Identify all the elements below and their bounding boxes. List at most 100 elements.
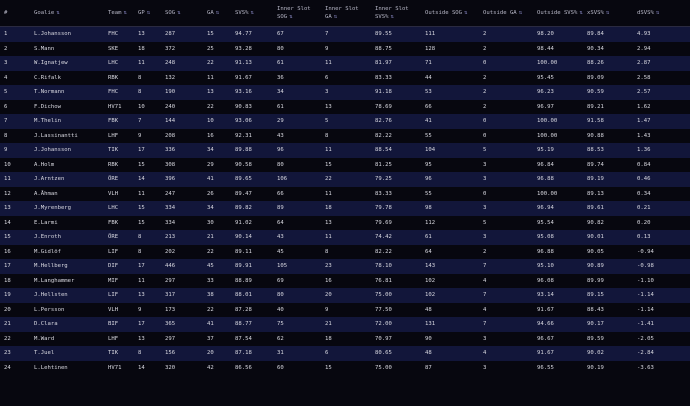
table-row[interactable]: 23 T.Juel TIK 8 156 20 87.18 31 6 80.65 48 4 91.67 90…: [0, 346, 690, 361]
table-cell: 4: [479, 273, 533, 288]
table-cell: 105: [273, 259, 321, 274]
table-row[interactable]: 15 J.Enroth ÖRE 8 213 21 90.14 43 11 74.42 61 3 95.0…: [0, 230, 690, 245]
column-header-10[interactable]: Outside SOG ⇅: [421, 0, 479, 27]
table-cell: LHC: [104, 56, 134, 71]
sort-icon[interactable]: ⇅: [606, 10, 609, 16]
column-header-2[interactable]: Team ⇅: [104, 0, 134, 27]
column-header-0[interactable]: #: [0, 0, 30, 27]
table-cell: 89.65: [231, 172, 273, 187]
table-cell: 75: [273, 317, 321, 332]
table-cell: 26: [203, 186, 231, 201]
table-cell: 66: [421, 99, 479, 114]
sort-icon[interactable]: ⇅: [289, 14, 292, 20]
table-cell: 7: [0, 114, 30, 129]
table-cell: 87.28: [231, 302, 273, 317]
table-row[interactable]: 1 L.Johansson FHC 13 287 15 94.77 67 7 89.55 111 2 9…: [0, 26, 690, 42]
column-header-8[interactable]: Inner Slot GA ⇅: [321, 0, 371, 27]
table-row[interactable]: 2 S.Mann SKE 18 372 25 93.28 80 9 88.75 128 2 98.44 9…: [0, 41, 690, 56]
table-cell: 89.21: [583, 99, 633, 114]
table-row[interactable]: 13 J.Myrenberg LHC 15 334 34 89.82 89 18 79.78 98 3…: [0, 201, 690, 216]
table-row[interactable]: 22 M.Ward LHF 13 297 37 87.54 62 18 70.97 90 3 96.67…: [0, 331, 690, 346]
column-header-7[interactable]: Inner Slot SOG ⇅: [273, 0, 321, 27]
table-cell: 83.33: [371, 186, 421, 201]
table-row[interactable]: 3 W.Ignatjew LHC 11 248 22 91.13 61 11 81.97 71 0 10…: [0, 56, 690, 71]
table-cell: -1.41: [633, 317, 690, 332]
table-cell: 202: [161, 244, 203, 259]
table-row[interactable]: 16 M.Gidlöf LIF 8 202 22 89.11 45 8 82.22 64 2 96.88…: [0, 244, 690, 259]
table-cell: 33: [203, 273, 231, 288]
column-header-14[interactable]: dSVS% ⇅: [633, 0, 690, 27]
table-row[interactable]: 17 M.Hellberg DIF 17 446 45 89.91 105 23 78.10 143…: [0, 259, 690, 274]
table-cell: 0.84: [633, 157, 690, 172]
table-row[interactable]: 10 A.Holm RBK 15 308 29 90.58 80 15 81.25 95 3 96.84…: [0, 157, 690, 172]
table-cell: 2.94: [633, 41, 690, 56]
column-header-3[interactable]: GP ⇅: [134, 0, 161, 27]
table-row[interactable]: 19 J.Hellsten LIF 13 317 38 88.01 80 20 75.00 102 7…: [0, 288, 690, 303]
table-cell: 82.76: [371, 114, 421, 129]
table-cell: FBK: [104, 215, 134, 230]
table-cell: 70.97: [371, 331, 421, 346]
sort-icon[interactable]: ⇅: [123, 10, 126, 16]
table-row[interactable]: 4 C.Rifalk RBK 8 132 11 91.67 36 6 83.33 44 2 95.45 8…: [0, 70, 690, 85]
table-cell: 91.58: [583, 114, 633, 129]
table-cell: L.Persson: [30, 302, 104, 317]
table-row[interactable]: 21 D.Clara BIF 17 365 41 88.77 75 21 72.00 131 7 94.…: [0, 317, 690, 332]
sort-icon[interactable]: ⇅: [519, 10, 522, 16]
table-cell: 156: [161, 346, 203, 361]
table-row[interactable]: 9 J.Johansson TIK 17 336 34 89.88 96 11 88.54 104 5…: [0, 143, 690, 158]
sort-icon[interactable]: ⇅: [390, 14, 393, 20]
sort-icon[interactable]: ⇅: [464, 10, 467, 16]
table-cell: A.Åhman: [30, 186, 104, 201]
table-row[interactable]: 20 L.Persson VLH 9 173 22 87.28 40 9 77.50 48 4 91.6…: [0, 302, 690, 317]
table-cell: 18: [321, 201, 371, 216]
table-cell: 89.55: [371, 26, 421, 42]
table-cell: 31: [273, 346, 321, 361]
column-header-13[interactable]: xSVS% ⇅: [583, 0, 633, 27]
table-cell: 102: [421, 273, 479, 288]
sort-icon[interactable]: ⇅: [579, 10, 582, 16]
table-cell: 2: [479, 85, 533, 100]
table-cell: 17: [134, 259, 161, 274]
column-header-4[interactable]: SOG ⇅: [161, 0, 203, 27]
table-row[interactable]: 8 J.Lassinantti LHF 9 208 16 92.31 43 8 82.22 55 0 1…: [0, 128, 690, 143]
sort-icon[interactable]: ⇅: [656, 10, 659, 16]
sort-icon[interactable]: ⇅: [250, 10, 253, 16]
table-cell: 9: [0, 143, 30, 158]
table-cell: 93.06: [231, 114, 273, 129]
table-cell: 0.46: [633, 172, 690, 187]
table-row[interactable]: 11 J.Arntzen ÖRE 14 396 41 89.65 106 22 79.25 96 3 9…: [0, 172, 690, 187]
sort-icon[interactable]: ⇅: [334, 14, 337, 20]
table-row[interactable]: 18 M.Langhammer MIF 11 297 33 88.89 69 16 76.81 10…: [0, 273, 690, 288]
table-cell: 89.11: [231, 244, 273, 259]
column-header-1[interactable]: Goalie ⇅: [30, 0, 104, 27]
table-row[interactable]: 24 L.Lehtinen HV71 14 320 42 86.56 60 15 75.00 87 3…: [0, 360, 690, 375]
table-cell: 9: [134, 128, 161, 143]
table-cell: FBK: [104, 114, 134, 129]
table-cell: 3: [479, 172, 533, 187]
sort-icon[interactable]: ⇅: [177, 10, 180, 16]
sort-icon[interactable]: ⇅: [56, 10, 59, 16]
table-row[interactable]: 12 A.Åhman VLH 11 247 26 89.47 66 11 83.33 55 0 100.…: [0, 186, 690, 201]
table-cell: -0.94: [633, 244, 690, 259]
table-cell: 8: [134, 85, 161, 100]
sort-icon[interactable]: ⇅: [147, 10, 150, 16]
table-cell: 95.45: [533, 70, 583, 85]
table-cell: 16: [321, 273, 371, 288]
table-cell: 87.18: [231, 346, 273, 361]
table-cell: 88.53: [583, 143, 633, 158]
table-cell: 3: [321, 85, 371, 100]
sort-icon[interactable]: ⇅: [216, 10, 219, 16]
table-cell: 74.42: [371, 230, 421, 245]
table-row[interactable]: 14 E.Larmi FBK 15 334 30 91.02 64 13 79.69 112 5 95.…: [0, 215, 690, 230]
table-row[interactable]: 6 F.Dichow HV71 10 240 22 90.83 61 13 78.69 66 2 96.…: [0, 99, 690, 114]
table-cell: 4: [0, 70, 30, 85]
column-header-6[interactable]: SVS% ⇅: [231, 0, 273, 27]
table-cell: 90.02: [583, 346, 633, 361]
table-row[interactable]: 5 T.Normann FHC 8 190 13 93.16 34 3 91.18 53 2 96.23…: [0, 85, 690, 100]
column-header-12[interactable]: Outside SVS% ⇅: [533, 0, 583, 27]
table-cell: -2.84: [633, 346, 690, 361]
table-row[interactable]: 7 M.Thelin FBK 7 144 10 93.06 29 5 82.76 41 0 100.00…: [0, 114, 690, 129]
column-header-9[interactable]: Inner Slot SVS% ⇅: [371, 0, 421, 27]
column-header-5[interactable]: GA ⇅: [203, 0, 231, 27]
column-header-11[interactable]: Outside GA ⇅: [479, 0, 533, 27]
